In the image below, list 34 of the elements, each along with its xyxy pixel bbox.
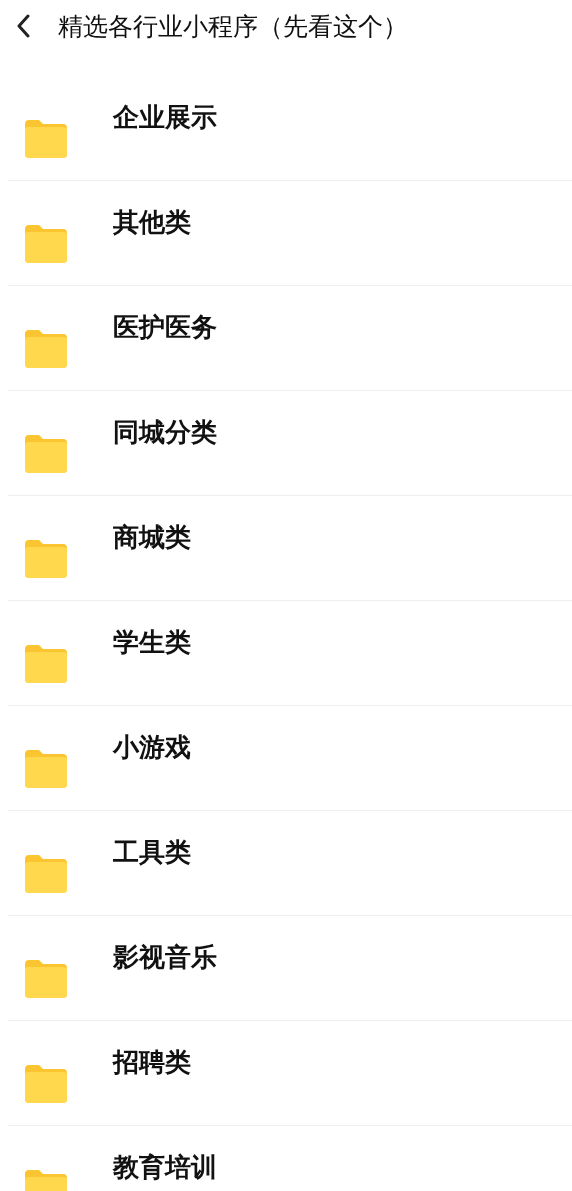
- folder-icon: [25, 225, 67, 263]
- folder-item[interactable]: 其他类: [8, 181, 572, 286]
- folder-icon: [25, 645, 67, 683]
- folder-name: 教育培训: [113, 1151, 217, 1184]
- folder-icon: [25, 435, 67, 473]
- folder-item[interactable]: 影视音乐: [8, 916, 572, 1021]
- folder-name: 招聘类: [113, 1046, 191, 1079]
- folder-name: 商城类: [113, 521, 191, 554]
- folder-icon: [25, 750, 67, 788]
- folder-icon: [25, 120, 67, 158]
- folder-item[interactable]: 同城分类: [8, 391, 572, 496]
- folder-name: 其他类: [113, 206, 191, 239]
- folder-item[interactable]: 企业展示: [8, 76, 572, 181]
- folder-icon: [25, 960, 67, 998]
- folder-icon: [25, 540, 67, 578]
- back-icon[interactable]: [16, 14, 30, 38]
- folder-item[interactable]: 医护医务: [8, 286, 572, 391]
- folder-name: 同城分类: [113, 416, 217, 449]
- page-title: 精选各行业小程序（先看这个）: [58, 10, 408, 43]
- folder-item[interactable]: 学生类: [8, 601, 572, 706]
- folder-name: 小游戏: [113, 731, 191, 764]
- folder-name: 医护医务: [113, 311, 217, 344]
- folder-name: 工具类: [113, 836, 191, 869]
- folder-icon: [25, 330, 67, 368]
- folder-icon: [25, 855, 67, 893]
- folder-item[interactable]: 教育培训: [8, 1126, 572, 1191]
- folder-name: 学生类: [113, 626, 191, 659]
- folder-item[interactable]: 招聘类: [8, 1021, 572, 1126]
- folder-icon: [25, 1065, 67, 1103]
- folder-name: 企业展示: [113, 101, 217, 134]
- folder-item[interactable]: 小游戏: [8, 706, 572, 811]
- folder-item[interactable]: 工具类: [8, 811, 572, 916]
- folder-name: 影视音乐: [113, 941, 217, 974]
- folder-item[interactable]: 商城类: [8, 496, 572, 601]
